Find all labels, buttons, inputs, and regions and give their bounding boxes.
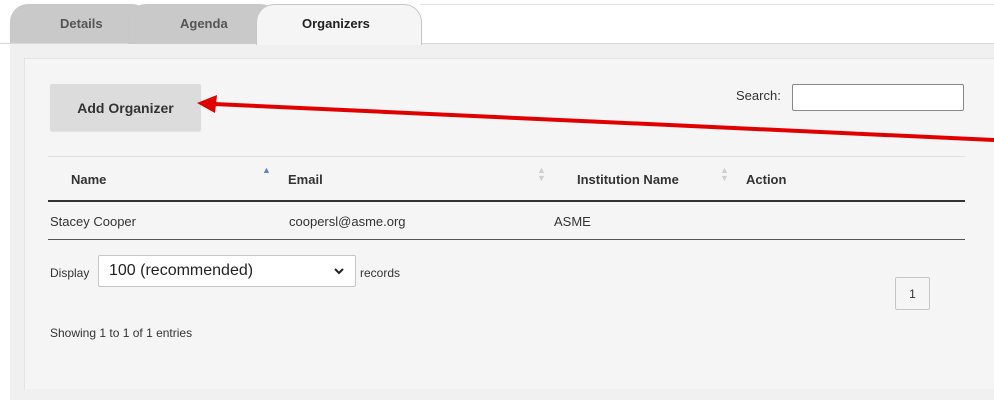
cell-institution: ASME — [554, 214, 591, 229]
tab-details-label: Details — [60, 16, 103, 31]
sort-both-icon: ▲ ▼ — [720, 165, 729, 183]
tab-bar-top-line — [420, 4, 994, 5]
tab-organizers-label: Organizers — [302, 16, 370, 31]
column-header-name[interactable]: Name — [71, 172, 106, 187]
cell-name: Stacey Cooper — [50, 214, 136, 229]
column-header-email[interactable]: Email — [288, 172, 323, 187]
column-header-action: Action — [746, 172, 787, 187]
chevron-down-icon — [334, 268, 344, 275]
table-row-border — [48, 239, 965, 240]
search-label: Search: — [736, 88, 781, 103]
search-input[interactable] — [792, 84, 964, 111]
sort-both-icon: ▲ ▼ — [537, 165, 546, 183]
tab-organizers[interactable]: Organizers — [256, 4, 422, 45]
display-label: Display — [50, 266, 90, 280]
records-per-page-select[interactable]: 100 (recommended) — [98, 255, 356, 287]
records-per-page-value: 100 (recommended) — [109, 262, 254, 279]
column-header-institution[interactable]: Institution Name — [577, 172, 679, 187]
records-label: records — [360, 266, 401, 280]
table-info: Showing 1 to 1 of 1 entries — [50, 326, 193, 340]
page-button-1[interactable]: 1 — [895, 277, 930, 310]
table-top-border — [48, 156, 965, 157]
sort-ascending-icon: ▲ — [262, 165, 271, 175]
tab-agenda-label: Agenda — [180, 16, 228, 31]
tab-bar: Details Agenda Organizers — [0, 0, 994, 45]
cell-email: coopersl@asme.org — [289, 214, 406, 229]
table-header-border — [48, 200, 965, 202]
add-organizer-button[interactable]: Add Organizer — [50, 84, 201, 131]
